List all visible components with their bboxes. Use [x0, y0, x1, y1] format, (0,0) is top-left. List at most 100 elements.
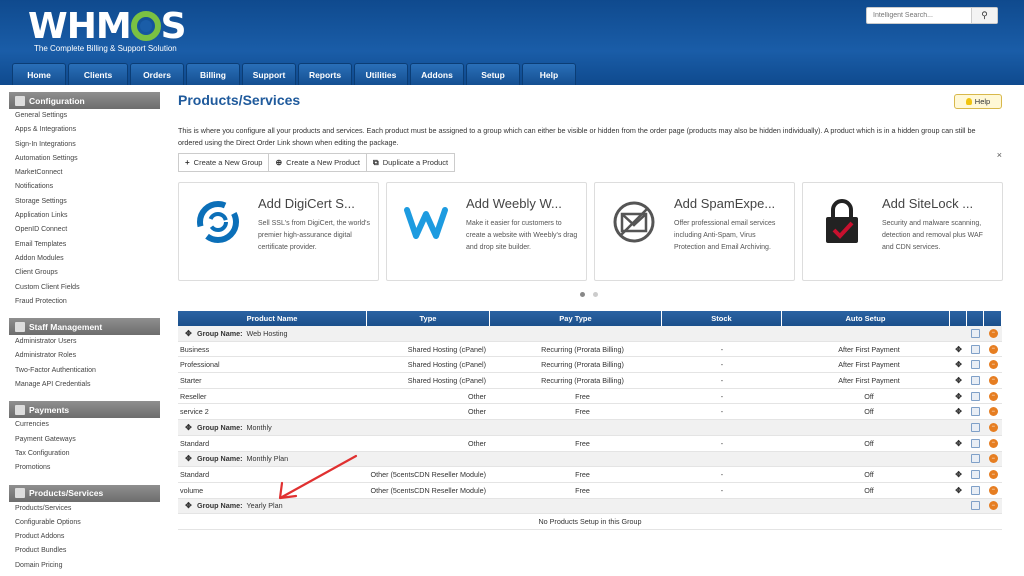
delete-icon[interactable]: −: [988, 501, 998, 511]
promo-card-weebly[interactable]: Add Weebly W... Make it easier for custom…: [386, 182, 587, 281]
sidebar-item-custom-client-fields[interactable]: Custom Client Fields: [9, 281, 160, 295]
table-row[interactable]: Professional Shared Hosting (cPanel) Recur…: [178, 357, 1002, 374]
delete-icon[interactable]: −: [988, 438, 998, 448]
sidebar-item-promotions[interactable]: Promotions: [9, 461, 160, 475]
promo-card-sitelock[interactable]: Add SiteLock ... Security and malware sca…: [802, 182, 1003, 281]
column-header-product-name[interactable]: Product Name: [178, 311, 367, 326]
product-name-cell[interactable]: Professional: [178, 357, 367, 372]
nav-tab-utilities[interactable]: Utilities: [354, 63, 408, 85]
whmcs-logo[interactable]: WHM S: [28, 8, 187, 46]
sidebar-item-automation-settings[interactable]: Automation Settings: [9, 152, 160, 166]
move-icon[interactable]: ✥: [184, 501, 193, 510]
product-name-cell[interactable]: Business: [178, 342, 367, 357]
delete-icon[interactable]: −: [988, 328, 998, 338]
sidebar-item-administrator-users[interactable]: Administrator Users: [9, 335, 160, 349]
nav-tab-setup[interactable]: Setup: [466, 63, 520, 85]
sidebar-item-manage-api-credentials[interactable]: Manage API Credentials: [9, 378, 160, 392]
edit-icon[interactable]: [971, 501, 981, 511]
edit-icon[interactable]: [971, 470, 981, 480]
sidebar-item-application-links[interactable]: Application Links: [9, 209, 160, 223]
edit-icon[interactable]: [971, 391, 981, 401]
sidebar-item-addon-modules[interactable]: Addon Modules: [9, 252, 160, 266]
move-icon[interactable]: ✥: [954, 486, 963, 495]
sidebar-item-product-bundles[interactable]: Product Bundles: [9, 544, 160, 558]
sidebar-item-openid-connect[interactable]: OpenID Connect: [9, 223, 160, 237]
delete-icon[interactable]: −: [988, 407, 998, 417]
table-row[interactable]: Starter Shared Hosting (cPanel) Recurring …: [178, 373, 1002, 389]
delete-icon[interactable]: −: [988, 375, 998, 385]
edit-icon[interactable]: [971, 328, 981, 338]
sidebar-item-sign-in-integrations[interactable]: Sign-In Integrations: [9, 138, 160, 152]
edit-icon[interactable]: [971, 375, 981, 385]
sidebar-item-tax-configuration[interactable]: Tax Configuration: [9, 447, 160, 461]
move-icon[interactable]: ✥: [954, 376, 963, 385]
move-icon[interactable]: ✥: [954, 470, 963, 479]
table-row[interactable]: service 2 Other Free - Off ✥ −: [178, 404, 1002, 421]
sidebar-heading[interactable]: Configuration: [9, 92, 160, 109]
delete-icon[interactable]: −: [988, 422, 998, 432]
carousel-dot[interactable]: [593, 292, 598, 297]
sidebar-item-notifications[interactable]: Notifications: [9, 180, 160, 194]
move-icon[interactable]: ✥: [954, 407, 963, 416]
table-row[interactable]: Business Shared Hosting (cPanel) Recurring…: [178, 342, 1002, 358]
close-promo-button[interactable]: ×: [997, 150, 1002, 160]
promo-card-spamexperts[interactable]: Add SpamExpe... Offer professional email …: [594, 182, 795, 281]
delete-icon[interactable]: −: [988, 485, 998, 495]
move-icon[interactable]: ✥: [954, 360, 963, 369]
sidebar-item-client-groups[interactable]: Client Groups: [9, 266, 160, 280]
promo-card-digicert[interactable]: Add DigiCert S... Sell SSL's from DigiCer…: [178, 182, 379, 281]
move-icon[interactable]: ✥: [954, 439, 963, 448]
edit-icon[interactable]: [971, 454, 981, 464]
edit-icon[interactable]: [971, 438, 981, 448]
sidebar-item-marketconnect[interactable]: MarketConnect: [9, 166, 160, 180]
sidebar-item-storage-settings[interactable]: Storage Settings: [9, 195, 160, 209]
sidebar-heading[interactable]: Products/Services: [9, 484, 160, 502]
sidebar-item-administrator-roles[interactable]: Administrator Roles: [9, 349, 160, 363]
table-row[interactable]: Reseller Other Free - Off ✥ −: [178, 389, 1002, 405]
create-a-new-group-button[interactable]: + Create a New Group: [178, 153, 270, 172]
product-name-cell[interactable]: Starter: [178, 373, 367, 388]
delete-icon[interactable]: −: [988, 344, 998, 354]
sidebar-item-configurable-options[interactable]: Configurable Options: [9, 516, 160, 530]
column-header-pay-type[interactable]: Pay Type: [490, 311, 662, 326]
nav-tab-billing[interactable]: Billing: [186, 63, 240, 85]
nav-tab-addons[interactable]: Addons: [410, 63, 464, 85]
nav-tab-reports[interactable]: Reports: [298, 63, 352, 85]
sidebar-item-product-addons[interactable]: Product Addons: [9, 530, 160, 544]
move-icon[interactable]: ✥: [184, 329, 193, 338]
move-icon[interactable]: ✥: [954, 345, 963, 354]
column-header-auto-setup[interactable]: Auto Setup: [782, 311, 950, 326]
carousel-dot[interactable]: [580, 292, 585, 297]
column-header-stock[interactable]: Stock: [662, 311, 782, 326]
sidebar-item-currencies[interactable]: Currencies: [9, 418, 160, 432]
sidebar-item-fraud-protection[interactable]: Fraud Protection: [9, 295, 160, 309]
delete-icon[interactable]: −: [988, 391, 998, 401]
move-icon[interactable]: ✥: [954, 392, 963, 401]
nav-tab-home[interactable]: Home: [12, 63, 66, 85]
product-name-cell[interactable]: Reseller: [178, 389, 367, 404]
delete-icon[interactable]: −: [988, 454, 998, 464]
edit-icon[interactable]: [971, 422, 981, 432]
nav-tab-orders[interactable]: Orders: [130, 63, 184, 85]
product-name-cell[interactable]: Standard: [178, 436, 367, 451]
sidebar-item-general-settings[interactable]: General Settings: [9, 109, 160, 123]
create-a-new-product-button[interactable]: ⊕ Create a New Product: [269, 153, 367, 172]
sidebar-item-payment-gateways[interactable]: Payment Gateways: [9, 433, 160, 447]
sidebar-heading[interactable]: Payments: [9, 401, 160, 419]
edit-icon[interactable]: [971, 485, 981, 495]
edit-icon[interactable]: [971, 344, 981, 354]
sidebar-item-apps-integrations[interactable]: Apps & Integrations: [9, 123, 160, 137]
nav-tab-help[interactable]: Help: [522, 63, 576, 85]
sidebar-item-email-templates[interactable]: Email Templates: [9, 238, 160, 252]
sidebar-heading[interactable]: Staff Management: [9, 318, 160, 336]
product-name-cell[interactable]: service 2: [178, 404, 367, 419]
help-button[interactable]: Help: [954, 94, 1002, 109]
move-icon[interactable]: ✥: [184, 454, 193, 463]
edit-icon[interactable]: [971, 407, 981, 417]
delete-icon[interactable]: −: [988, 470, 998, 480]
sidebar-item-domain-pricing[interactable]: Domain Pricing: [9, 559, 160, 573]
move-icon[interactable]: ✥: [184, 423, 193, 432]
sidebar-item-products-services[interactable]: Products/Services: [9, 502, 160, 516]
search-button[interactable]: ⚲: [971, 8, 997, 23]
column-header-type[interactable]: Type: [367, 311, 490, 326]
